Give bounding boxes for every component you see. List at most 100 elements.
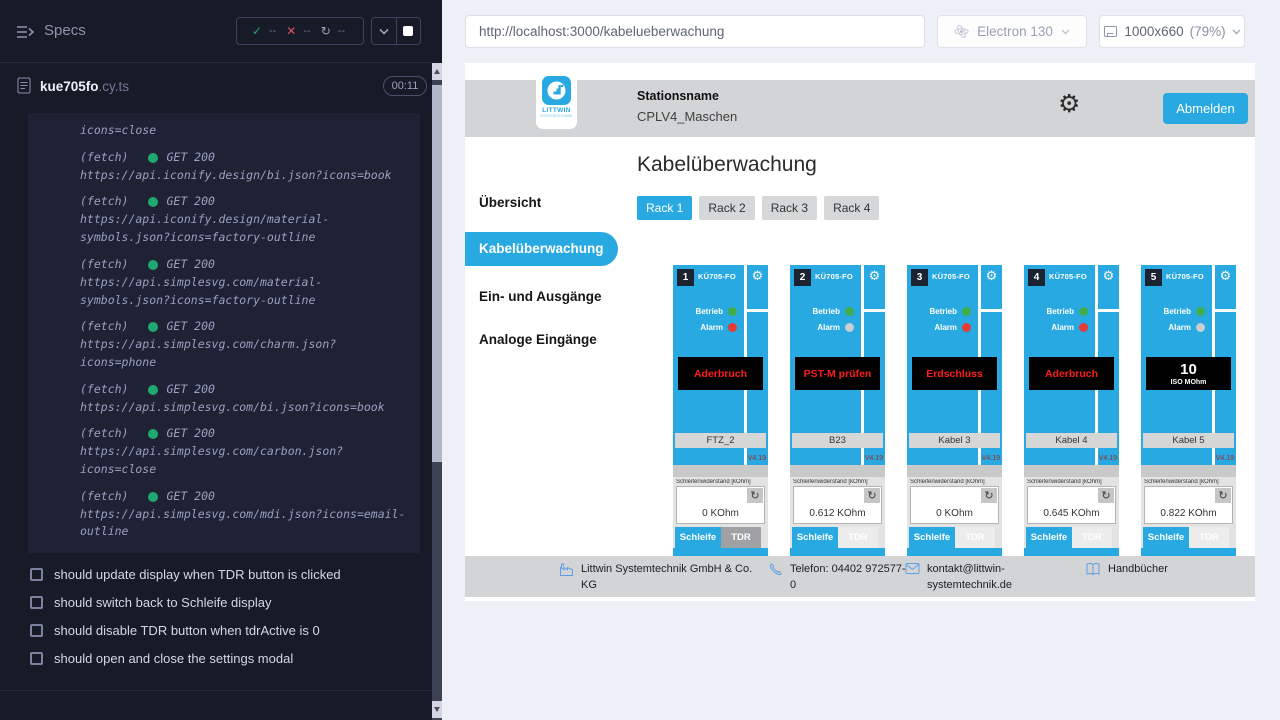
card-bottom-strip (1024, 548, 1119, 556)
schleife-button[interactable]: Schleife (1026, 527, 1072, 548)
collapse-button[interactable] (372, 18, 396, 44)
sidebar-item[interactable]: Kabelüberwachung (465, 232, 618, 266)
schleife-button[interactable]: Schleife (1143, 527, 1189, 548)
tdr-button[interactable]: TDR (721, 527, 761, 548)
tdr-button[interactable]: TDR (1072, 527, 1112, 548)
mode-buttons: SchleifeTDR (1141, 527, 1236, 548)
mode-buttons: SchleifeTDR (673, 527, 768, 548)
schleife-button[interactable]: Schleife (792, 527, 838, 548)
logo-title: LITTWIN (536, 107, 577, 114)
rack-tabs: Rack 1 Rack 2 Rack 3 Rack 4 (637, 196, 879, 220)
footer-manuals[interactable]: Handbücher (1085, 562, 1168, 578)
scrollbar-thumb[interactable] (432, 85, 442, 462)
tdr-button[interactable]: TDR (838, 527, 878, 548)
test-item[interactable]: should update display when TDR button is… (0, 560, 432, 588)
tdr-button[interactable]: TDR (955, 527, 995, 548)
test-item[interactable]: should disable TDR button when tdrActive… (0, 616, 432, 644)
log-entry[interactable]: (fetch)GET 200https://api.simplesvg.com/… (80, 425, 406, 478)
card-settings-gear-icon[interactable]: ⚙ (864, 270, 885, 283)
refresh-icon[interactable]: ↻ (981, 488, 997, 503)
specs-title: Specs (44, 22, 86, 39)
device-card: 3KÜ705-FO⚙BetriebAlarmErdschlussKabel 3V… (907, 265, 1002, 556)
device-number: 5 (1145, 269, 1162, 286)
sidebar-item[interactable]: Analoge Eingänge (465, 328, 618, 352)
schleife-button[interactable]: Schleife (909, 527, 955, 548)
browser-select[interactable]: Electron 130 (937, 15, 1087, 48)
sidebar-item[interactable]: Ein- und Ausgänge (465, 285, 618, 309)
rack-tab[interactable]: Rack 2 (699, 196, 754, 220)
scroll-up-button[interactable] (432, 63, 442, 80)
test-title: should disable TDR button when tdrActive… (54, 623, 320, 638)
resistance-value: 0 KOhm (911, 508, 998, 519)
footer-email[interactable]: kontakt@littwin-systemtechnik.de (905, 562, 1029, 594)
stop-button[interactable] (396, 18, 421, 44)
scroll-down-button[interactable] (432, 701, 442, 718)
logout-button[interactable]: Abmelden (1163, 93, 1248, 124)
card-settings-gear-icon[interactable]: ⚙ (981, 270, 1002, 283)
status-display: Erdschluss (912, 357, 997, 390)
rack-tab[interactable]: Rack 1 (637, 196, 692, 220)
log-entry[interactable]: (fetch)GET 200https://api.iconify.design… (80, 193, 406, 246)
log-entry[interactable]: (fetch)GET 200https://api.simplesvg.com/… (80, 318, 406, 371)
specs-menu-icon[interactable] (16, 24, 36, 40)
spec-row[interactable]: kue705fo.cy.ts 00:11 (0, 74, 432, 104)
refresh-icon[interactable]: ↻ (747, 488, 763, 503)
spec-duration-badge: 00:11 (383, 76, 427, 96)
spec-extension: .cy.ts (99, 79, 130, 94)
betrieb-label: Betrieb (1046, 307, 1074, 316)
mode-buttons: SchleifeTDR (1024, 527, 1119, 548)
status-display-text: Aderbruch (694, 368, 747, 380)
firmware-version: V4.19 (865, 455, 883, 462)
card-settings-gear-icon[interactable]: ⚙ (1215, 270, 1236, 283)
cable-name: Kabel 3 (909, 433, 1000, 448)
screenshot-root: Specs ✓ -- ✕ -- ↻ -- kue (0, 0, 1280, 720)
log-entry[interactable]: (fetch)GET 200https://api.simplesvg.com/… (80, 381, 406, 417)
passed-check-icon: ✓ (252, 24, 262, 38)
alarm-led (1079, 323, 1088, 332)
device-model: KÜ705-FO (815, 272, 853, 281)
log-status: GET 200 (166, 425, 214, 443)
viewport-select[interactable]: 1000x660 (79%) (1099, 15, 1245, 48)
test-stats[interactable]: ✓ -- ✕ -- ↻ -- (236, 17, 364, 45)
card-settings-gear-icon[interactable]: ⚙ (1098, 270, 1119, 283)
log-prefix: (fetch) (80, 193, 128, 211)
log-entry[interactable]: (fetch)GET 200https://api.simplesvg.com/… (80, 256, 406, 309)
station-name: CPLV4_Maschen (637, 109, 737, 124)
betrieb-led (962, 307, 971, 316)
log-entry[interactable]: (fetch)GET 200https://api.simplesvg.com/… (80, 488, 406, 541)
alarm-led (845, 323, 854, 332)
refresh-icon[interactable]: ↻ (1215, 488, 1231, 503)
app-footer: Littwin Systemtechnik GmbH & Co. KG Tele… (465, 556, 1255, 597)
card-bottom-strip (1141, 548, 1236, 556)
test-item[interactable]: should open and close the settings modal (0, 644, 432, 672)
status-display-text: 10 (1180, 361, 1197, 378)
resistance-value-box: ↻ 0.822 KOhm (1144, 486, 1233, 524)
log-status: GET 200 (166, 381, 214, 399)
arrow-up-icon (434, 69, 440, 74)
viewport-icon (1103, 24, 1118, 39)
rack-tab[interactable]: Rack 4 (824, 196, 879, 220)
log-status: GET 200 (166, 149, 214, 167)
schleife-button[interactable]: Schleife (675, 527, 721, 548)
betrieb-row: Betrieb (1141, 307, 1205, 316)
log-entry[interactable]: icons=close (80, 122, 406, 140)
rack-tab[interactable]: Rack 3 (762, 196, 817, 220)
stop-icon (403, 26, 413, 36)
alarm-label: Alarm (934, 323, 957, 332)
refresh-icon[interactable]: ↻ (864, 488, 880, 503)
sidebar-item[interactable]: Übersicht (465, 191, 618, 215)
alarm-led (962, 323, 971, 332)
log-entry-head: (fetch)GET 200 (80, 256, 406, 274)
status-dot-icon (148, 322, 158, 332)
resistance-value: 0.822 KOhm (1145, 508, 1232, 519)
log-entry[interactable]: (fetch)GET 200https://api.iconify.design… (80, 149, 406, 185)
status-dot-icon (148, 492, 158, 502)
test-item[interactable]: should switch back to Schleife display (0, 588, 432, 616)
settings-gear-icon[interactable]: ⚙ (1058, 91, 1080, 116)
refresh-icon[interactable]: ↻ (1098, 488, 1114, 503)
chevron-down-icon (1232, 29, 1241, 35)
url-input[interactable]: http://localhost:3000/kabelueberwachung (465, 15, 925, 48)
app-sidebar: Übersicht Kabelüberwachung Ein- und Ausgän… (465, 137, 618, 554)
card-settings-gear-icon[interactable]: ⚙ (747, 270, 768, 283)
tdr-button[interactable]: TDR (1189, 527, 1229, 548)
